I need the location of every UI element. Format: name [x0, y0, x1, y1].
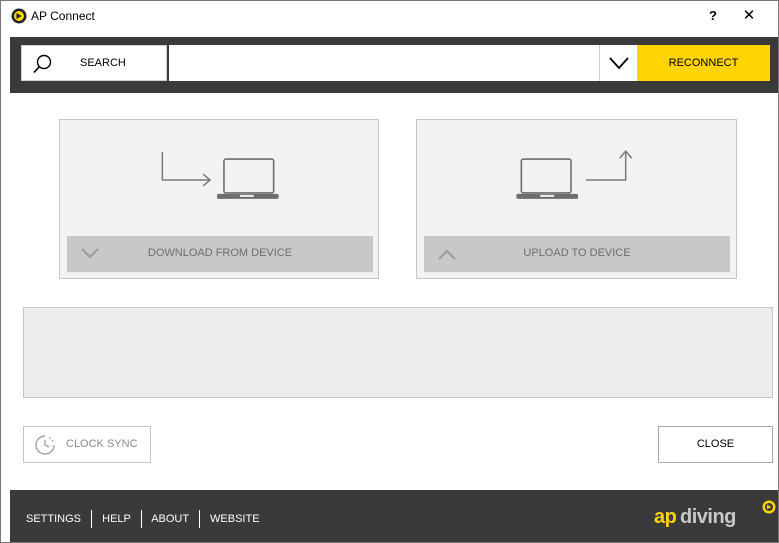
- about-link[interactable]: ABOUT: [151, 513, 189, 525]
- search-button[interactable]: SEARCH: [21, 45, 167, 81]
- footer: SETTINGS HELP ABOUT WEBSITE ap diving: [10, 490, 778, 542]
- clock-icon: [35, 435, 55, 455]
- window-title: AP Connect: [31, 9, 95, 23]
- divider: [91, 510, 93, 528]
- reconnect-button[interactable]: RECONNECT: [637, 45, 770, 81]
- download-bar: DOWNLOAD FROM DEVICE: [67, 236, 373, 272]
- help-button[interactable]: ?: [701, 5, 725, 27]
- download-laptop-icon: [161, 152, 279, 199]
- website-link[interactable]: WEBSITE: [210, 513, 260, 525]
- search-icon: [33, 54, 52, 74]
- divider: [198, 510, 200, 528]
- logo-ap-text: ap: [654, 506, 677, 528]
- upload-label: UPLOAD TO DEVICE: [523, 247, 631, 259]
- upload-bar: UPLOAD TO DEVICE: [424, 236, 730, 272]
- settings-link[interactable]: SETTINGS: [26, 513, 81, 525]
- window-close-button[interactable]: ✕: [737, 5, 761, 27]
- device-select[interactable]: [169, 45, 637, 81]
- upload-laptop-icon: [516, 150, 633, 199]
- help-link[interactable]: HELP: [102, 513, 131, 525]
- download-from-device-card[interactable]: DOWNLOAD FROM DEVICE: [59, 119, 379, 279]
- apdiving-logo: ap diving: [654, 500, 778, 534]
- toolbar: SEARCH RECONNECT: [10, 37, 778, 93]
- ap-logo-icon: [762, 500, 776, 514]
- chevron-down-icon: [609, 57, 629, 70]
- ap-logo-icon: [11, 8, 27, 24]
- download-label: DOWNLOAD FROM DEVICE: [147, 247, 293, 259]
- logo-diving-text: diving: [680, 506, 736, 528]
- clock-sync-button[interactable]: CLOCK SYNC: [23, 426, 151, 463]
- divider: [140, 510, 142, 528]
- device-select-toggle[interactable]: [599, 45, 637, 81]
- footer-links: SETTINGS HELP ABOUT WEBSITE: [26, 510, 260, 528]
- close-button[interactable]: CLOSE: [658, 426, 773, 463]
- title-bar: AP Connect ? ✕: [1, 1, 778, 33]
- status-panel: [23, 307, 773, 398]
- search-button-label: SEARCH: [80, 57, 126, 69]
- app-window: AP Connect ? ✕ SEARCH RECONNECT DOWNLOAD…: [0, 0, 779, 543]
- clock-sync-label: CLOCK SYNC: [66, 438, 138, 450]
- upload-to-device-card[interactable]: UPLOAD TO DEVICE: [416, 119, 737, 279]
